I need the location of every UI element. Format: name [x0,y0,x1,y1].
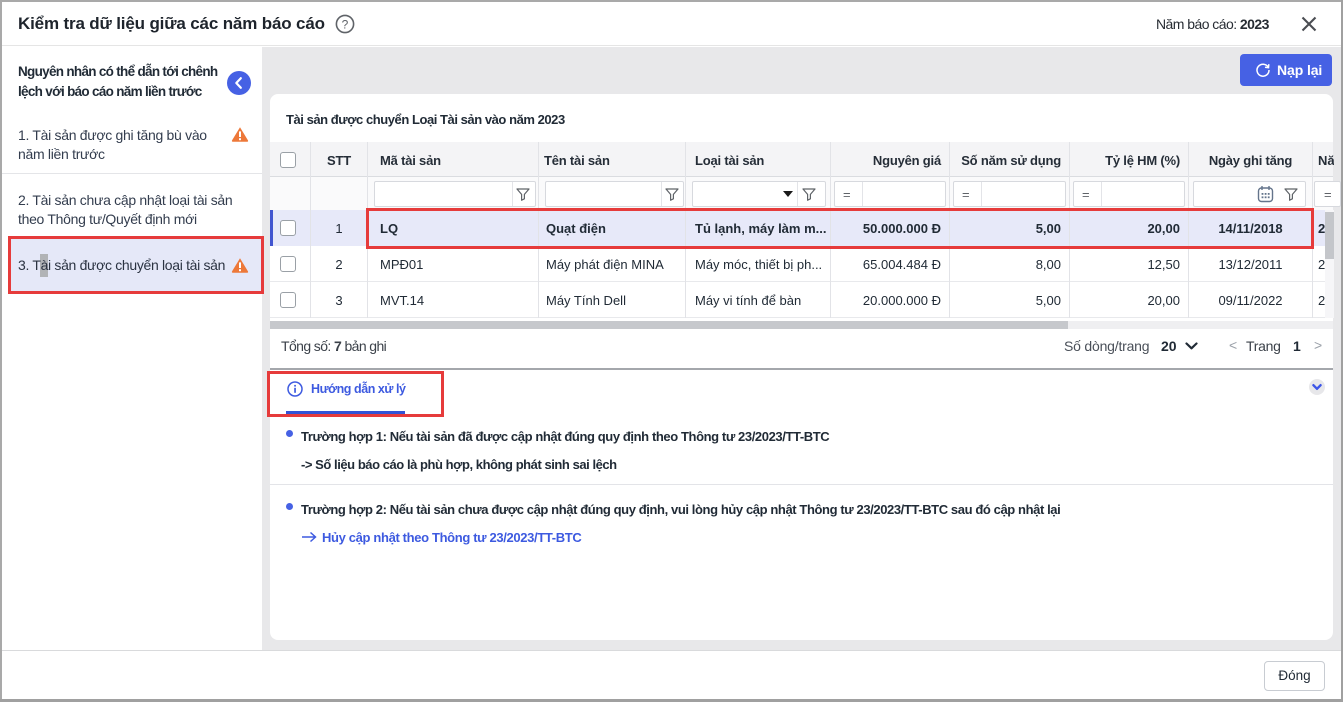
svg-text:?: ? [342,17,349,31]
